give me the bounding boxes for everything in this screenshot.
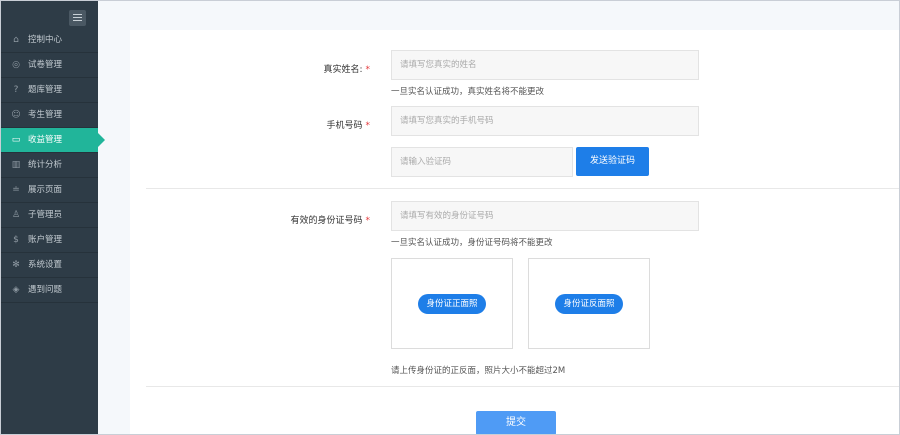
divider — [146, 188, 899, 189]
sidebar: ⌂ 控制中心 ◎ 试卷管理? 题库管理 ☺ 考生管理 ▭ 收益管理 ▥ 统计分析 ≐ 展示页面 ♙ 子管理员… — [1, 1, 105, 434]
bar-chart-icon: ▥ — [11, 160, 21, 170]
sidebar-item[interactable]: ? 题库管理 — [1, 78, 98, 103]
menu-toggle-icon[interactable] — [69, 10, 86, 26]
home-icon: ⌂ — [13, 35, 19, 45]
name-input[interactable]: 请填写您真实的姓名 — [391, 50, 699, 80]
sidebar-item-label: 试卷管理 — [28, 60, 63, 70]
users-icon: ☺ — [11, 110, 21, 120]
required-mark: * — [365, 121, 371, 131]
phone-input[interactable]: 请填写您真实的手机号码 — [391, 106, 699, 136]
required-mark: * — [365, 65, 371, 75]
sidebar-item[interactable]: ≐ 展示页面 — [1, 178, 98, 203]
submit-button[interactable]: 提交 — [476, 411, 556, 434]
sidebar-item-label: 统计分析 — [28, 160, 63, 170]
id-front-upload-button[interactable]: 身份证正面照 — [418, 293, 486, 314]
sidebar-item-label: 展示页面 — [28, 185, 63, 195]
admin-icon: ♙ — [11, 210, 21, 220]
name-hint: 一旦实名认证成功，真实姓名将不能更改 — [391, 87, 545, 97]
dollar-icon: $ — [13, 235, 19, 245]
sidebar-item[interactable]: ◎ 试卷管理 — [1, 53, 98, 78]
sidebar-item[interactable]: ▭ 收益管理 — [1, 128, 105, 153]
id-number-hint: 一旦实名认证成功，身份证号码将不能更改 — [391, 238, 553, 248]
sidebar-item[interactable]: ▥ 统计分析 — [1, 153, 98, 178]
id-back-upload-button[interactable]: 身份证反面照 — [555, 293, 623, 314]
sidebar-item[interactable]: ☺ 考生管理 — [1, 103, 98, 128]
sidebar-item[interactable]: ◈ 遇到问题 — [1, 278, 98, 303]
sidebar-item-label: 系统设置 — [28, 260, 63, 270]
sidebar-item-label: 控制中心 — [28, 35, 63, 45]
id-number-input[interactable]: 请填写有效的身份证号码 — [391, 201, 699, 231]
sidebar-item[interactable]: $ 账户管理 — [1, 228, 98, 253]
id-back-upload-box[interactable]: 身份证反面照 — [528, 258, 650, 349]
required-mark: * — [365, 216, 371, 226]
sidebar-item-label: 遇到问题 — [28, 285, 63, 295]
name-label: 真实姓名: * — [323, 65, 371, 75]
card-icon: ▭ — [11, 135, 21, 145]
verification-code-input[interactable]: 请输入验证码 — [391, 147, 573, 177]
divider — [146, 386, 899, 387]
sidebar-menu: ⌂ 控制中心 ◎ 试卷管理? 题库管理 ☺ 考生管理 ▭ 收益管理 ▥ 统计分析 ≐ 展示页面 ♙ 子管理员… — [1, 28, 105, 303]
sidebar-item[interactable]: ⌂ 控制中心 — [1, 28, 98, 53]
phone-label: 手机号码 * — [326, 121, 371, 131]
check-circle-icon: ◎ — [12, 60, 20, 70]
sidebar-item-label: 题库管理 — [28, 85, 63, 95]
sidebar-item-label: 收益管理 — [28, 135, 63, 145]
display-icon: ≐ — [12, 185, 20, 195]
sidebar-item[interactable]: ✻ 系统设置 — [1, 253, 98, 278]
send-code-button[interactable]: 发送验证码 — [576, 147, 649, 176]
identity-form: 真实姓名: * 请填写您真实的姓名 一旦实名认证成功，真实姓名将不能更改 手机号码… — [130, 30, 899, 434]
sidebar-item-label: 子管理员 — [28, 210, 63, 220]
sidebar-item-label: 账户管理 — [28, 235, 63, 245]
app-window: ⌂ 控制中心 ◎ 试卷管理? 题库管理 ☺ 考生管理 ▭ 收益管理 ▥ 统计分析 ≐ 展示页面 ♙ 子管理员… — [0, 0, 900, 435]
gear-icon: ✻ — [12, 260, 20, 270]
tag-icon: ◈ — [12, 285, 20, 295]
id-number-label: 有效的身份证号码 * — [290, 216, 371, 226]
id-front-upload-box[interactable]: 身份证正面照 — [391, 258, 513, 349]
upload-hint: 请上传身份证的正反面，照片大小不能超过2M — [391, 366, 566, 376]
question-circle-icon: ? — [13, 85, 19, 95]
sidebar-item-label: 考生管理 — [28, 110, 63, 120]
sidebar-item[interactable]: ♙ 子管理员 — [1, 203, 98, 228]
